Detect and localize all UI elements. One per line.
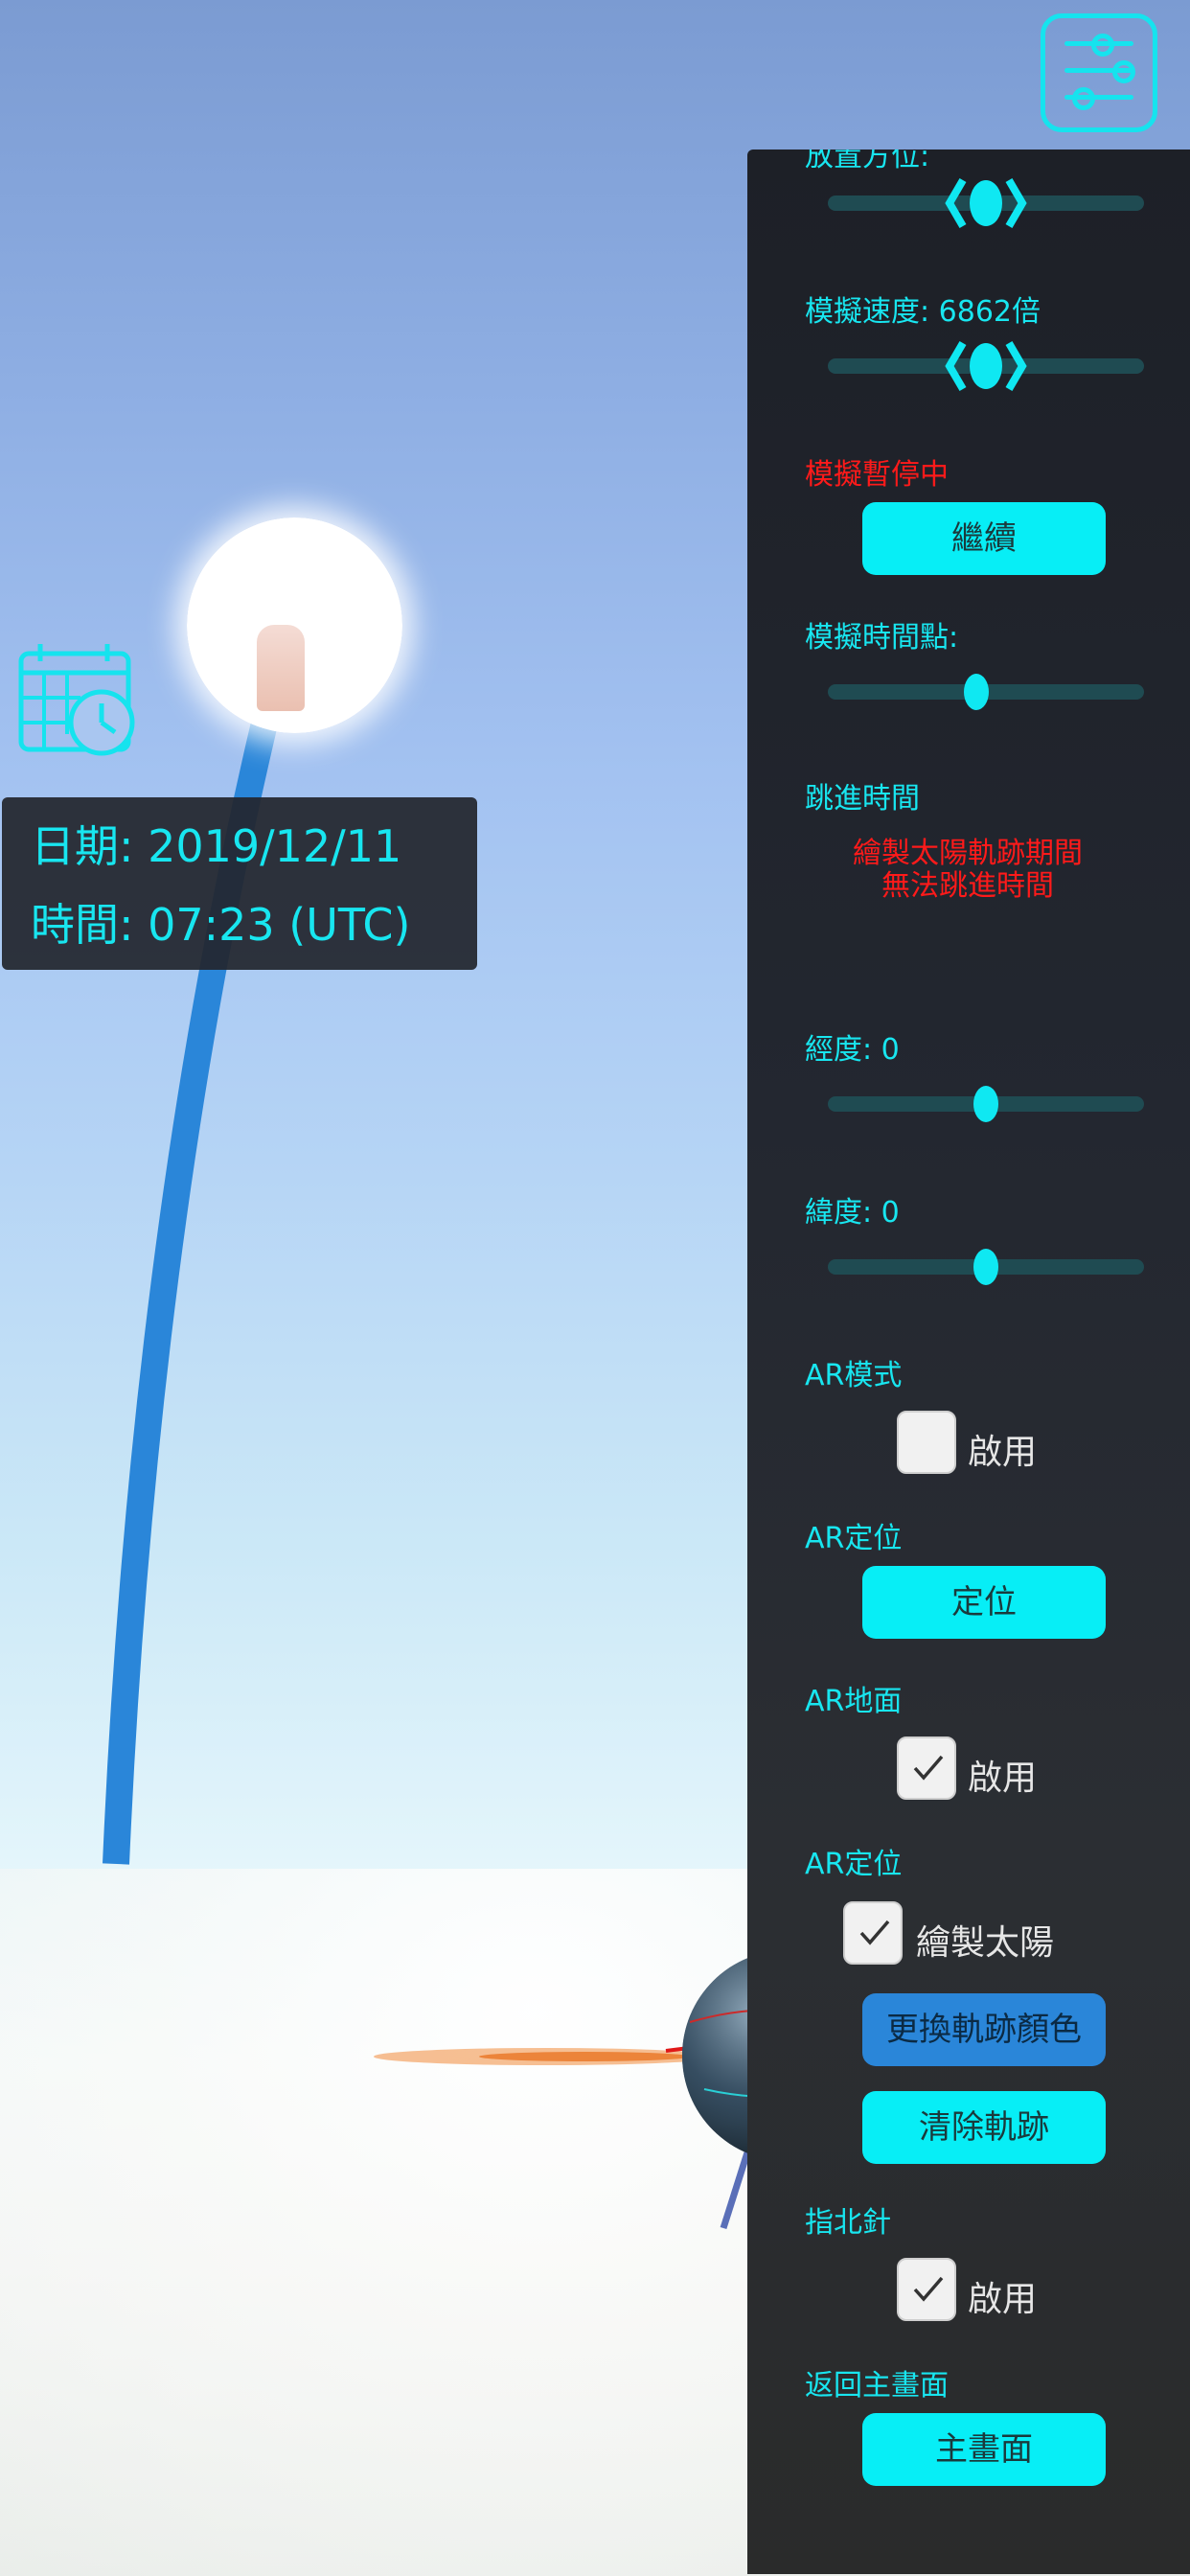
clear-track-button[interactable]: 清除軌跡	[862, 2091, 1106, 2164]
placement-slider[interactable]	[828, 177, 1144, 229]
speed-label: 模擬速度: 6862倍	[805, 295, 1041, 329]
date-label: 日期: 2019/12/11	[31, 820, 402, 872]
ar-mode-label: AR模式	[805, 1359, 903, 1392]
draw-sun-checkbox-label: 繪製太陽	[916, 1923, 1055, 1963]
settings-panel[interactable]: 放置方位: 模擬速度: 6862倍 模擬暫停中 繼續 模擬時間點: 跳進時間 繪…	[747, 150, 1190, 2574]
longitude-label: 經度: 0	[805, 1033, 900, 1067]
compass-label: 指北針	[805, 2206, 891, 2240]
compass-checkbox[interactable]	[897, 2258, 956, 2321]
ar-ground-label: AR地面	[805, 1685, 903, 1718]
placement-slider-thumb[interactable]	[944, 171, 1028, 236]
ar-ground-checkbox-label: 啟用	[968, 1759, 1038, 1798]
distant-flare-core	[479, 2052, 690, 2061]
ar-ground-checkbox[interactable]	[897, 1736, 956, 1800]
longitude-slider-thumb[interactable]	[973, 1086, 998, 1122]
checkmark-icon	[913, 1755, 944, 1781]
jump-notice-line1: 繪製太陽軌跡期間	[853, 837, 1083, 870]
timepoint-slider[interactable]	[828, 674, 1144, 710]
calendar-clock-icon[interactable]	[17, 640, 138, 761]
datetime-info: 日期: 2019/12/11 時間: 07:23 (UTC)	[2, 797, 477, 970]
time-label: 時間: 07:23 (UTC)	[31, 899, 411, 951]
return-label: 返回主畫面	[805, 2369, 949, 2403]
ar-locate-label-2: AR定位	[805, 1848, 903, 1881]
jump-label: 跳進時間	[805, 782, 920, 816]
jump-notice-line2: 無法跳進時間	[881, 869, 1054, 903]
latitude-slider[interactable]	[828, 1249, 1144, 1285]
draw-sun-checkbox[interactable]	[843, 1901, 903, 1965]
ar-locate-label: AR定位	[805, 1522, 903, 1555]
paused-label: 模擬暫停中	[805, 458, 949, 492]
settings-button[interactable]	[1041, 13, 1157, 132]
compass-checkbox-label: 啟用	[968, 2280, 1038, 2319]
continue-button[interactable]: 繼續	[862, 502, 1106, 575]
longitude-slider[interactable]	[828, 1086, 1144, 1122]
timepoint-label: 模擬時間點:	[805, 621, 959, 655]
checkmark-icon	[859, 1920, 890, 1945]
main-screen-button[interactable]: 主畫面	[862, 2413, 1106, 2486]
ar-mode-checkbox[interactable]	[897, 1411, 956, 1474]
timepoint-slider-thumb[interactable]	[964, 674, 990, 710]
latitude-label: 緯度: 0	[805, 1196, 900, 1230]
speed-slider-thumb[interactable]	[944, 334, 1028, 399]
change-color-button[interactable]: 更換軌跡顏色	[862, 1993, 1106, 2066]
speed-slider[interactable]	[828, 340, 1144, 392]
ar-mode-checkbox-label: 啟用	[968, 1433, 1038, 1472]
locate-button[interactable]: 定位	[862, 1566, 1106, 1639]
placement-label: 放置方位:	[805, 150, 930, 173]
jump-notice: 繪製太陽軌跡期間 無法跳進時間	[805, 838, 1131, 903]
latitude-slider-thumb[interactable]	[973, 1249, 998, 1285]
sun-marker	[257, 625, 305, 711]
checkmark-icon	[913, 2276, 944, 2302]
